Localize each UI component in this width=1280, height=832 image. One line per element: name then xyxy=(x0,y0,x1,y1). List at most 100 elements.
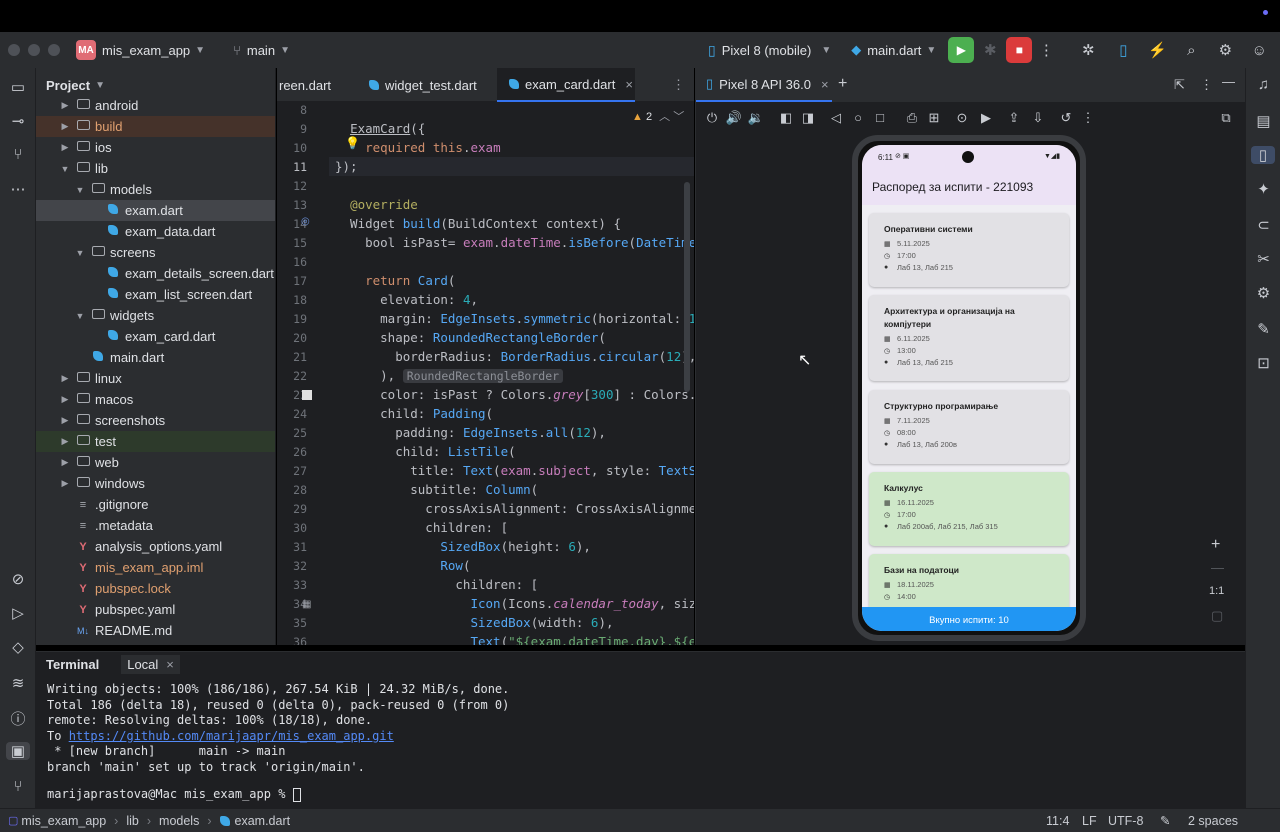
layout-inspector-icon[interactable]: ⊡ xyxy=(1246,354,1280,372)
run-icon[interactable]: ▷ xyxy=(0,604,36,622)
more-icon[interactable]: ⋮ xyxy=(1032,41,1060,59)
link-icon[interactable]: ⊂ xyxy=(1246,216,1280,234)
search-icon[interactable]: ⌕ xyxy=(1174,42,1208,59)
breadcrumb-models[interactable]: models xyxy=(159,814,199,828)
tree-item[interactable]: exam_list_screen.dart xyxy=(36,284,275,305)
color-swatch[interactable] xyxy=(302,390,312,400)
tree-item[interactable]: ▶ screenshots xyxy=(36,410,275,431)
chevron-down-icon[interactable]: ▼ xyxy=(74,311,86,321)
chevron-right-icon[interactable]: ▶ xyxy=(59,100,71,111)
tree-item[interactable]: ▶ windows xyxy=(36,473,275,494)
pen-icon[interactable]: ✎ xyxy=(1246,320,1280,338)
tab-exam-card[interactable]: exam_card.dart × xyxy=(497,68,635,102)
device-selector[interactable]: Pixel 8 (mobile) xyxy=(722,43,812,58)
breadcrumb-lib[interactable]: lib xyxy=(126,814,139,828)
terminal-icon[interactable]: ▣ xyxy=(6,742,30,760)
reset-icon[interactable]: ↺ xyxy=(1056,110,1076,126)
zoom-in-icon[interactable]: + xyxy=(1211,536,1220,554)
repo-link[interactable]: https://github.com/marijaapr/mis_exam_ap… xyxy=(69,729,394,743)
chevron-down-icon[interactable]: ▼ xyxy=(74,248,86,258)
problems-icon[interactable]: ⓘ xyxy=(0,708,36,729)
debug-icon[interactable]: ✱ xyxy=(974,41,1006,59)
more-tools-icon[interactable]: ⋯ xyxy=(0,180,36,198)
close-tab-icon[interactable]: × xyxy=(821,77,829,92)
tree-item[interactable]: Ymis_exam_app.iml xyxy=(36,557,275,578)
display-icon[interactable]: ⊞ xyxy=(924,110,944,126)
chevron-right-icon[interactable]: ▶ xyxy=(59,457,71,468)
breadcrumb-project[interactable]: mis_exam_app xyxy=(21,814,106,828)
back-icon[interactable]: ◁ xyxy=(826,110,846,126)
chevron-right-icon[interactable]: ▶ xyxy=(59,415,71,426)
tree-item[interactable]: ▶ build xyxy=(36,116,275,137)
hot-reload-icon[interactable]: ⚡ xyxy=(1140,41,1174,59)
chevron-up-icon[interactable]: ︿ xyxy=(659,111,670,123)
tree-item[interactable]: Ypubspec.yaml xyxy=(36,599,275,620)
tree-item[interactable]: exam_card.dart xyxy=(36,326,275,347)
tab-local[interactable]: Local × xyxy=(121,654,180,674)
logcat-icon[interactable]: ≋ xyxy=(0,674,36,692)
breadcrumb-file[interactable]: exam.dart xyxy=(235,814,291,828)
tab-widget-test[interactable]: widget_test.dart xyxy=(359,68,495,102)
power-icon[interactable]: ⏻ xyxy=(702,110,722,126)
chevron-right-icon[interactable]: ▶ xyxy=(59,373,71,384)
brush-icon[interactable]: ⊘ xyxy=(0,570,36,588)
chevron-right-icon[interactable]: ▶ xyxy=(59,121,71,132)
vcs-icon[interactable]: ✎ xyxy=(1160,813,1170,828)
lightbulb-icon[interactable]: 💡 xyxy=(345,136,360,150)
editor-scrollbar[interactable] xyxy=(684,182,690,392)
commit-icon[interactable]: ⊸ xyxy=(0,112,36,130)
tree-item[interactable]: ▶ test xyxy=(36,431,275,452)
tree-item[interactable]: main.dart xyxy=(36,347,275,368)
tree-item[interactable]: ▶ android xyxy=(36,95,275,116)
pull-request-icon[interactable]: ⑂ xyxy=(0,146,36,163)
gear-icon[interactable]: ⚙ xyxy=(1208,41,1242,59)
run-button[interactable]: ▶ xyxy=(948,37,975,63)
tab-screen-dart[interactable]: reen.dart xyxy=(277,68,357,102)
exam-card[interactable]: Архитектура и организација на компјутери… xyxy=(869,295,1069,381)
chevron-down-icon[interactable]: ▼ xyxy=(74,185,86,195)
close-tab-icon[interactable]: × xyxy=(166,657,174,672)
branch-dropdown[interactable]: main xyxy=(247,43,275,58)
chevron-right-icon[interactable]: ▶ xyxy=(59,436,71,447)
tree-item[interactable]: ▶ web xyxy=(36,452,275,473)
exam-card[interactable]: Оперативни системи ▦ 5.11.2025 ◷ 17:00 ● Лаб 1… xyxy=(869,213,1069,287)
indent-setting[interactable]: 2 spaces xyxy=(1188,814,1238,828)
more-icon[interactable]: ⋮ xyxy=(672,77,685,93)
add-device-icon[interactable]: + xyxy=(838,75,847,93)
inspector-icon[interactable]: ⚙ xyxy=(1246,284,1280,302)
zoom-out-icon[interactable]: — xyxy=(1211,560,1224,575)
gem-icon[interactable]: ◇ xyxy=(0,638,36,656)
caret-position[interactable]: 11:4 xyxy=(1046,814,1069,828)
device-state-icon[interactable]: ⎙ xyxy=(902,110,922,126)
running-devices-icon[interactable]: ▯ xyxy=(1251,146,1275,164)
file-encoding[interactable]: UTF-8 xyxy=(1108,814,1143,828)
tree-item[interactable]: ▶ macos xyxy=(36,389,275,410)
tree-item[interactable]: Ypubspec.lock xyxy=(36,578,275,599)
chevron-down-icon[interactable]: ▼ xyxy=(59,164,71,174)
phone-screen[interactable]: 6:11 ⊘ ▣ ▼◢▮ Распоред за испити - 221093… xyxy=(862,145,1076,631)
actual-size-button[interactable]: 1:1 xyxy=(1209,585,1224,597)
tree-item[interactable]: Yanalysis_options.yaml xyxy=(36,536,275,557)
screenshot-icon[interactable]: ⊙ xyxy=(952,110,972,126)
tree-item[interactable]: ▶ linux xyxy=(36,368,275,389)
overview-icon[interactable]: □ xyxy=(870,110,890,125)
rotate-left-icon[interactable]: ◧ xyxy=(776,110,796,126)
download-icon[interactable]: ⇩ xyxy=(1028,110,1048,126)
record-icon[interactable]: ▶ xyxy=(976,110,996,126)
project-name-dropdown[interactable]: mis_exam_app xyxy=(102,43,190,58)
mirror-icon[interactable]: ⧉ xyxy=(1216,110,1236,126)
notifications-icon[interactable]: ♫ xyxy=(1246,76,1280,93)
tree-item[interactable]: ≡ .metadata xyxy=(36,515,275,536)
tree-item[interactable]: exam.dart xyxy=(36,200,275,221)
minimize-window-button[interactable] xyxy=(28,44,40,56)
tree-item[interactable]: ▼ lib xyxy=(36,158,275,179)
home-icon[interactable]: ○ xyxy=(848,110,868,125)
tree-item[interactable]: ▼ models xyxy=(36,179,275,200)
minimize-icon[interactable]: — xyxy=(1222,74,1235,89)
git-icon[interactable]: ⑂ xyxy=(0,778,36,795)
close-window-button[interactable] xyxy=(8,44,20,56)
project-folder-icon[interactable]: ▭ xyxy=(0,78,36,96)
tree-item[interactable]: ▼ widgets xyxy=(36,305,275,326)
fit-screen-icon[interactable]: ▢ xyxy=(1211,608,1223,624)
tree-item[interactable]: ▶ ios xyxy=(36,137,275,158)
